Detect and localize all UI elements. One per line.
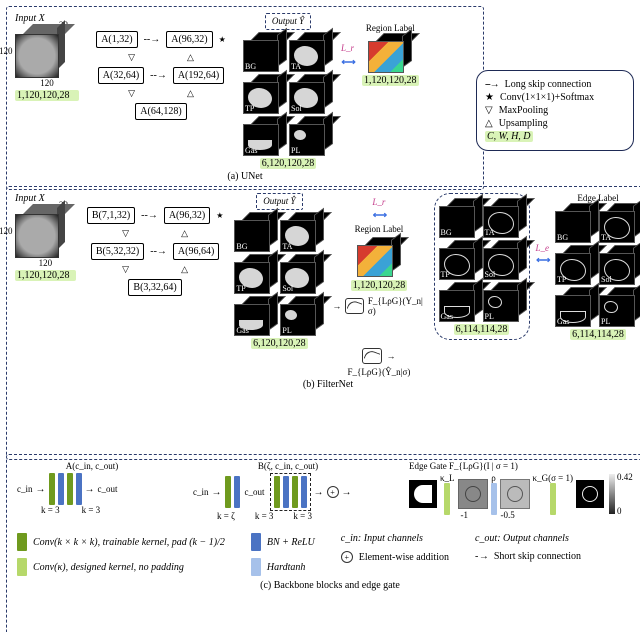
edge-gate-diagram: Edge Gate F_{LρG}(I | σ = 1) κ_L -1 ρ -0… (409, 461, 640, 515)
block-b-diagram: B(ζ, c_in, c_out) c_in→ c_out →+→ k = ζ … (193, 461, 383, 521)
arrow-dash-icon: - → (475, 551, 488, 562)
star-icon: ★ (485, 92, 494, 103)
swatch-conv-trainable (17, 533, 27, 551)
input-w: 120 (15, 78, 79, 88)
block-a-title: A(c_in, c_out) (17, 461, 167, 471)
panel-a: Input X 28 120 120 1,120,120,28 A(1,32) … (6, 6, 484, 190)
edge-label-block: Edge Label BG TA TP Sol Gas PL 6,114,114… (555, 193, 640, 340)
node-a2: A(96,32) (166, 31, 212, 48)
triangle-up-icon: △ (485, 118, 493, 129)
output-title-a: Output Ŷ (272, 16, 304, 26)
region-cube-b (357, 237, 401, 277)
output-dims-a: 6,120,120,28 (260, 158, 317, 169)
double-arrow-icon: ⟷ (536, 255, 548, 266)
region-cube-a (368, 33, 412, 73)
output-cubes-b: BG TA TP Sol Gas PL (234, 212, 324, 336)
panel-c-label: (c) Backbone blocks and edge gate (17, 578, 640, 593)
block-b-title: B(ζ, c_in, c_out) (193, 461, 383, 471)
legend-upsample: △ Upsampling (485, 118, 625, 129)
bottom-legend: Conv(k × k × k), trainable kernel, pad (… (17, 531, 640, 578)
output-block-a: Output Ŷ BG TA TP Sol Gas PL 6,120,120,2… (243, 13, 333, 169)
output-dims-b: 6,120,120,28 (251, 338, 308, 349)
node-a5: A(64,128) (135, 103, 186, 120)
pred-edge-block: BG TA TP Sol Gas PL 6,114,114,28 (434, 193, 530, 340)
input-dims-b: 1,120,120,28 (15, 270, 76, 281)
top-right-legend: --→ Long skip connection ★ Conv(1×1×1)+S… (476, 70, 634, 151)
plus-circle-icon: + (327, 486, 339, 498)
input-block-b: Input X 28 120 120 1,120,120,28 (15, 193, 76, 281)
double-arrow-icon: ⟷ (373, 210, 385, 221)
plus-circle-icon: + (341, 551, 353, 563)
unet-graph: A(1,32) --→ A(96,32) ★ ▽△ A(32,64) --→ A… (87, 31, 235, 120)
arrow-icon: --→ (144, 34, 161, 45)
filternet-graph: B(7,1,32) --→ A(96,32) ★ ▽△ B(5,32,32) -… (84, 207, 227, 296)
input-cube-icon (15, 24, 69, 78)
input-block-a: Input X 28 120 120 1,120,120,28 (15, 13, 79, 101)
sigmoid-icon (362, 348, 382, 364)
node-b2: B(5,32,32) (91, 243, 144, 260)
input-cube-icon-b (15, 204, 69, 258)
output-cubes-a: BG TA TP Sol Gas PL (243, 32, 333, 156)
arrow-icon: --→ (150, 70, 167, 81)
sigmoid-icon (345, 298, 364, 314)
output-block-b: Output Ŷ BG TA TP Sol Gas PL 6,120,120,2… (234, 193, 324, 349)
arrow-dashed-icon: --→ (485, 79, 499, 90)
region-dims-b: 1,120,120,28 (351, 280, 408, 291)
legend-cout: c_out: Output channels (475, 533, 569, 544)
input-h: 120 (0, 46, 13, 56)
gate-dn-label: F_{LρG}(Ŷ_n|σ) (348, 367, 411, 377)
node-b1: B(7,1,32) (87, 207, 135, 224)
panel-c: A(c_in, c_out) c_in→ →c_out k = 3 k = 3 … (6, 454, 640, 632)
edge-dims: 6,114,114,28 (570, 329, 626, 340)
loss-e: L_e (536, 243, 550, 253)
region-block-a: Region Label 1,120,120,28 (362, 23, 419, 86)
legend-cin: c_in: Input channels (341, 533, 423, 544)
swatch-hardtanh (251, 558, 261, 576)
double-arrow-icon: ⟷ (341, 57, 353, 68)
block-a-diagram: A(c_in, c_out) c_in→ →c_out k = 3 k = 3 (17, 461, 167, 515)
legend-dims: C, W, H, D (485, 131, 625, 142)
node-a4: A(192,64) (173, 67, 224, 84)
swatch-conv-designed (17, 558, 27, 576)
gate-up-label: F_{LρG}(Y_n|σ) (368, 296, 426, 316)
legend-maxpool: ▽ MaxPooling (485, 105, 625, 116)
pred-edge-dims: 6,114,114,28 (454, 324, 510, 335)
input-title: Input X (15, 13, 79, 24)
region-dims-a: 1,120,120,28 (362, 75, 419, 86)
panel-b-label: (b) FilterNet (15, 377, 640, 392)
legend-conv: ★ Conv(1×1×1)+Softmax (485, 92, 625, 103)
input-dims-a: 1,120,120,28 (15, 90, 79, 101)
panel-b: Input X 28 120 120 1,120,120,28 B(7,1,32… (6, 186, 640, 460)
loss-r-b: L_r (372, 197, 385, 207)
swatch-bn-relu (251, 533, 261, 551)
region-title-b: Region Label (355, 224, 404, 234)
panel-a-label: (a) UNet (15, 169, 475, 184)
legend-long-skip: --→ Long skip connection (485, 79, 625, 90)
output-title-b: Output Ŷ (263, 196, 295, 206)
node-fa2: A(96,64) (173, 243, 219, 260)
node-b3: B(3,32,64) (128, 279, 181, 296)
triangle-down-icon: ▽ (485, 105, 493, 116)
loss-r-a: L_r (341, 43, 354, 53)
gate-title: Edge Gate F_{LρG}(I | σ = 1) (409, 461, 640, 471)
node-fa1: A(96,32) (164, 207, 210, 224)
figure-root: --→ Long skip connection ★ Conv(1×1×1)+S… (0, 0, 640, 632)
node-a3: A(32,64) (98, 67, 144, 84)
node-a1: A(1,32) (96, 31, 137, 48)
